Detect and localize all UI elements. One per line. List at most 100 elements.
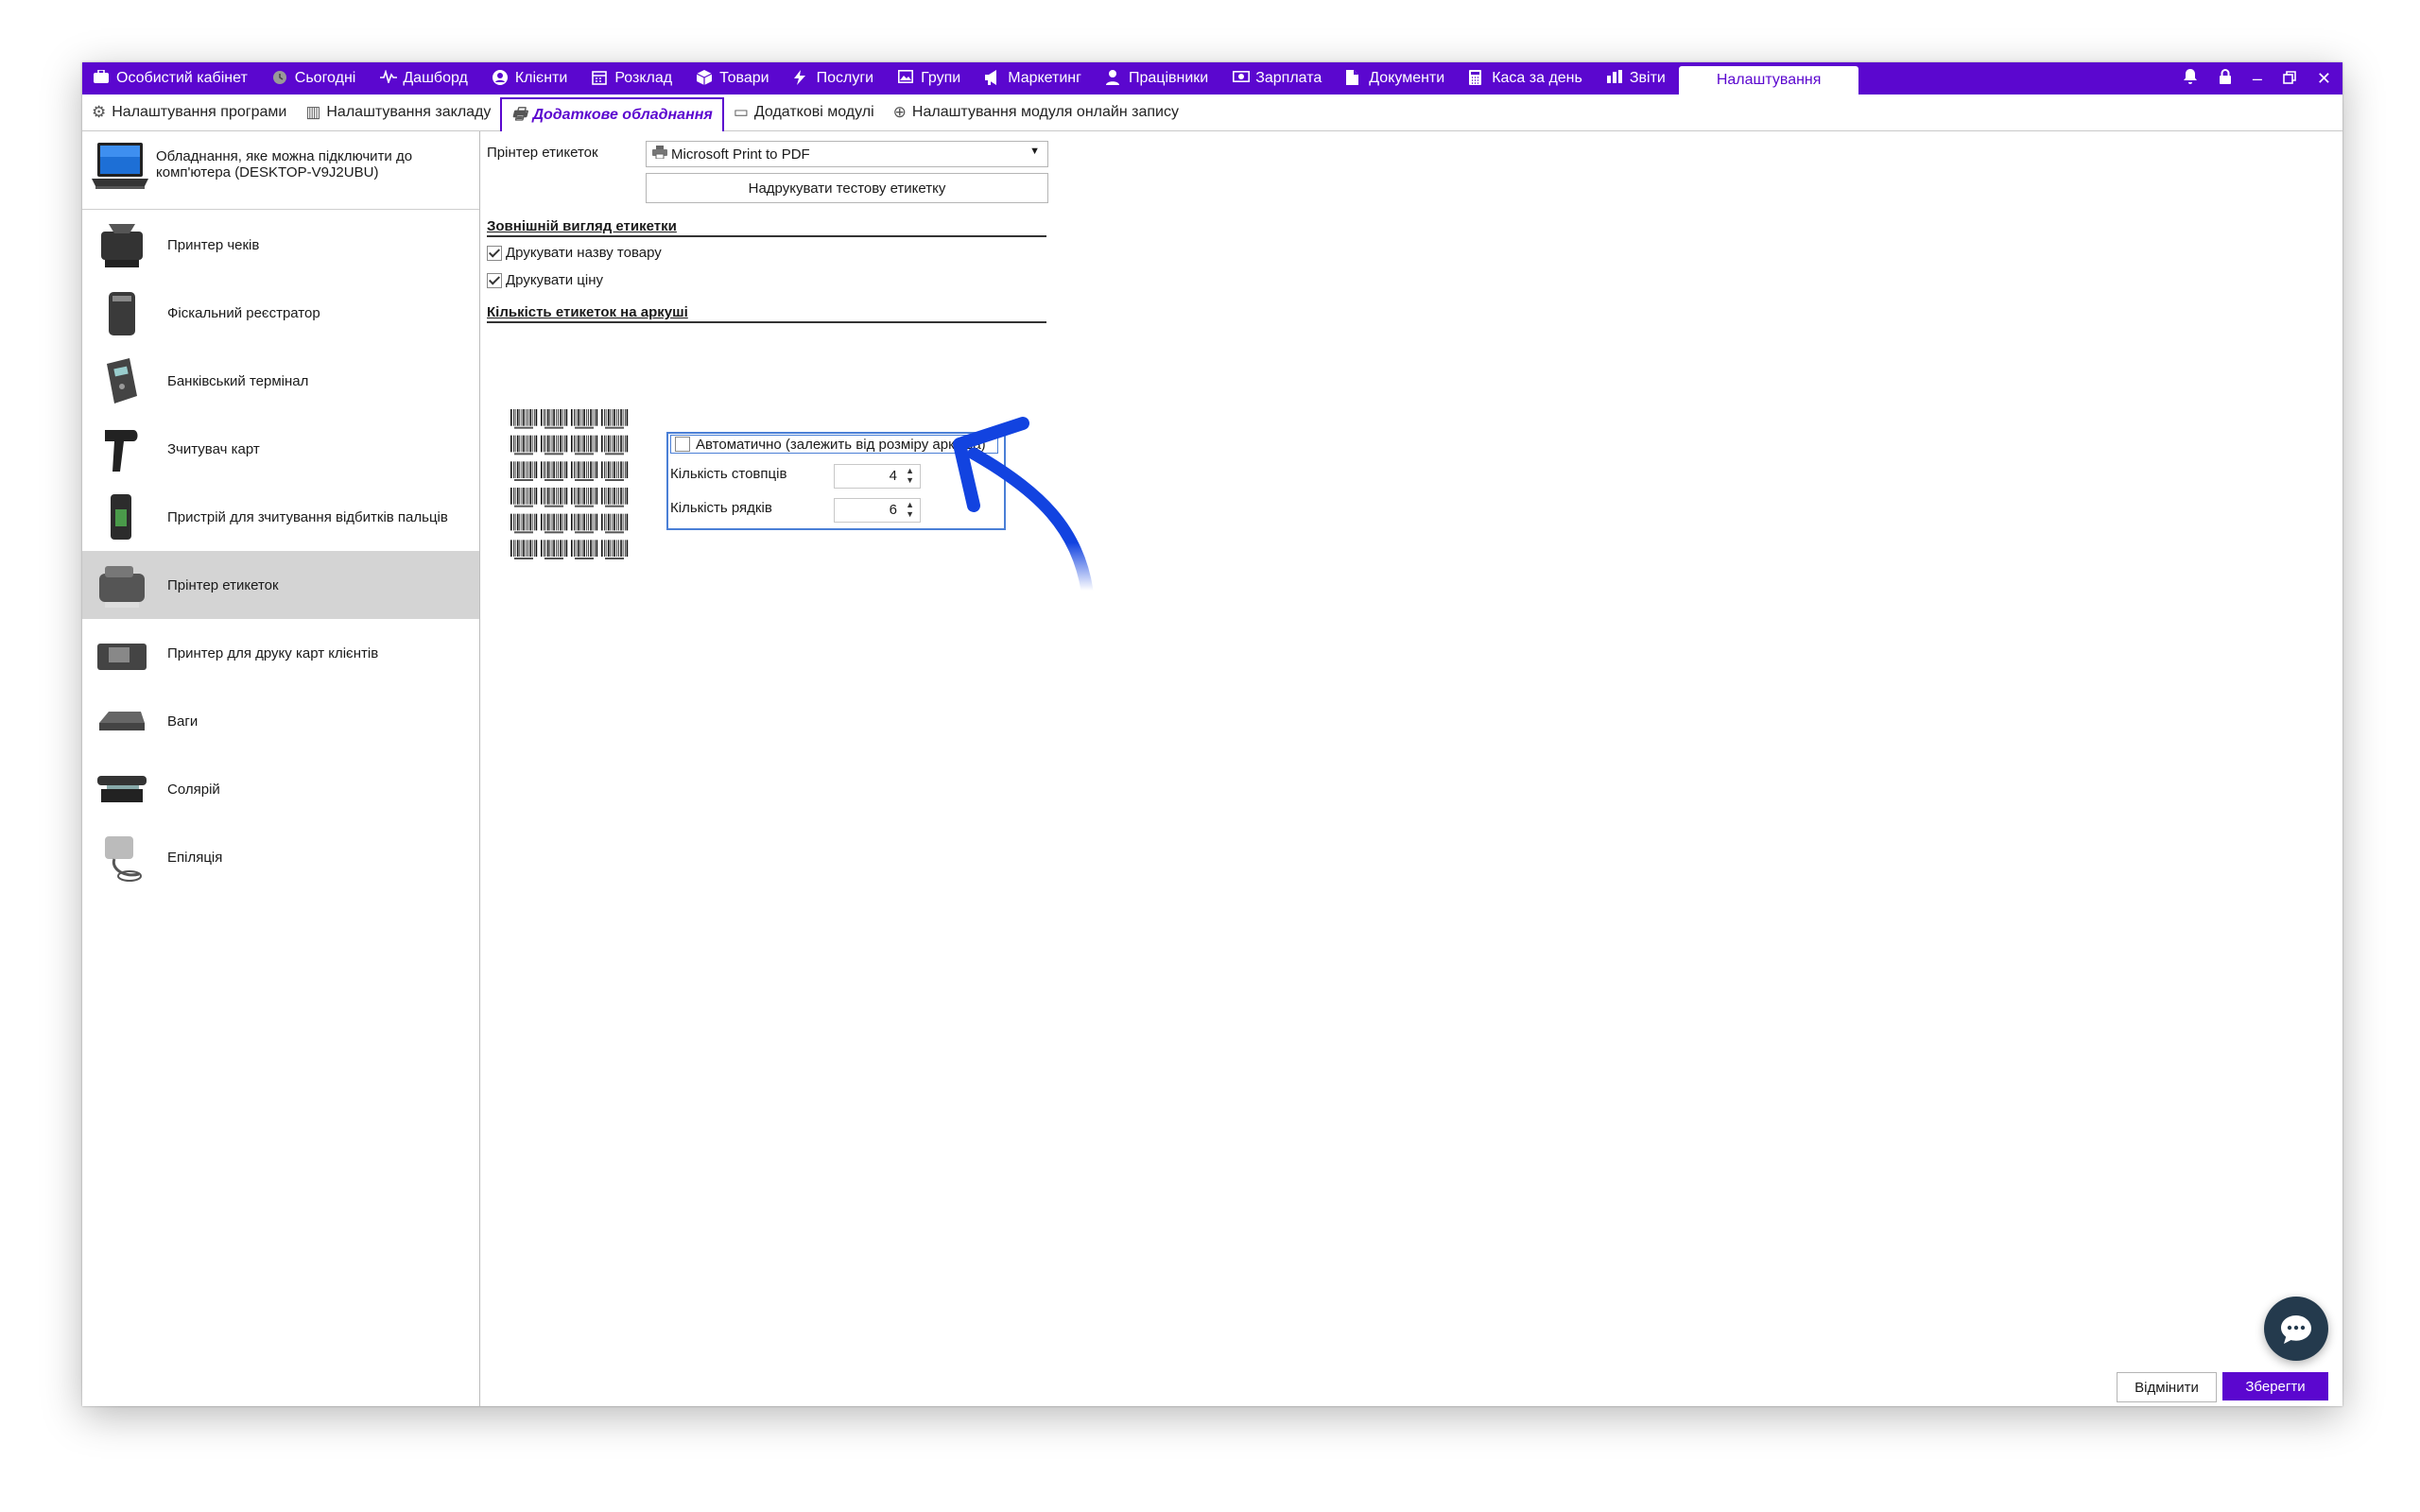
chat-bubble-icon: [2281, 1315, 2311, 1344]
nav-item-settings[interactable]: Налаштування: [1678, 66, 1859, 94]
device-list-item[interactable]: Прінтер етикеток: [82, 551, 479, 619]
device-list-item[interactable]: Фіскальний реєстратор: [82, 279, 479, 347]
device-list-item[interactable]: Принтер чеків: [82, 211, 479, 279]
stepper-arrows-icon[interactable]: ▲ ▼: [906, 466, 914, 485]
save-button[interactable]: Зберегти: [2222, 1372, 2328, 1400]
calculator-icon: [1469, 70, 1486, 87]
main-content: Прінтер етикеток Microsoft Print to PDF …: [480, 131, 2342, 1406]
subnav-tab-label: Налаштування програми: [112, 104, 287, 120]
cancel-button[interactable]: Відмінити: [2117, 1372, 2217, 1402]
card-printer-icon: [97, 644, 147, 670]
device-list-item-label: Епіляція: [167, 849, 223, 866]
nav-item[interactable]: Працівники: [1095, 62, 1221, 94]
laptop-icon: [92, 143, 148, 189]
rows-label: Кількість рядків: [670, 500, 772, 516]
equipment-sidebar-title: Обладнання, яке можна підключити до комп…: [156, 148, 413, 180]
device-list-item[interactable]: Принтер для друку карт клієнтів: [82, 619, 479, 687]
epilation-icon: [105, 836, 142, 882]
device-list-item-label: Ваги: [167, 713, 199, 730]
columns-label: Кількість стовпців: [670, 466, 787, 482]
auto-size-checkbox[interactable]: [675, 437, 690, 452]
subnav-tab-label: Додаткові модулі: [753, 104, 874, 120]
subnav-tab[interactable]: ⚙ Налаштування програми: [82, 95, 296, 129]
nav-item-label: Зарплата: [1255, 70, 1322, 86]
columns-value: 4: [889, 468, 897, 484]
nav-item[interactable]: Послуги: [783, 62, 888, 94]
app-window: Особистий кабінет Сьогодні Дашборд Клієнти Р…: [82, 62, 2342, 1406]
auto-size-option[interactable]: Автоматично (залежить від розміру аркуша…: [670, 435, 998, 454]
cash-icon: [1233, 70, 1251, 87]
nav-item-label: Звіти: [1629, 70, 1666, 86]
briefcase-icon: [94, 69, 111, 87]
device-list-item-label: Принтер чеків: [167, 236, 260, 253]
image-icon: [898, 70, 915, 87]
lightning-icon: [793, 70, 811, 87]
device-list-item-label: Пристрій для зчитування відбитків пальці…: [167, 508, 448, 525]
nav-item[interactable]: Сьогодні: [261, 62, 370, 94]
device-list-item-label: Принтер для друку карт клієнтів: [167, 644, 379, 662]
nav-item[interactable]: Клієнти: [481, 62, 580, 94]
nav-item-label: Розклад: [614, 70, 673, 86]
chat-widget-button[interactable]: [2264, 1297, 2328, 1361]
bell-icon[interactable]: [2183, 68, 2198, 90]
subnav-tab[interactable]: ⊕ Налаштування модуля онлайн запису: [884, 95, 1188, 129]
printer-select-value: Microsoft Print to PDF: [671, 146, 810, 163]
printer-icon: [652, 146, 667, 163]
subnav-tab[interactable]: ▭ Додаткові модулі: [724, 95, 884, 129]
print-test-label-button[interactable]: Надрукувати тестову етикетку: [646, 173, 1048, 203]
solarium-icon: [97, 776, 147, 802]
print-price-checkbox[interactable]: [487, 272, 502, 288]
device-list-item[interactable]: Зчитувач карт: [82, 415, 479, 483]
device-list-item[interactable]: Епіляція: [82, 823, 479, 891]
device-list-item-label: Банківський термінал: [167, 372, 309, 389]
stepper-arrows-icon[interactable]: ▲ ▼: [906, 500, 914, 519]
rows-stepper[interactable]: 6 ▲ ▼: [834, 498, 921, 523]
gear-icon: ⚙: [92, 103, 107, 121]
print-name-label: Друкувати назву товару: [506, 245, 662, 261]
nav-item[interactable]: Групи: [887, 62, 974, 94]
nav-item-label: Особистий кабінет: [116, 70, 248, 86]
subnav-tab-label: Налаштування модуля онлайн запису: [911, 104, 1179, 120]
nav-item[interactable]: Звіти: [1596, 62, 1679, 94]
bar-chart-icon: [1606, 70, 1624, 87]
receipt-printer-icon: [101, 224, 143, 267]
nav-item[interactable]: Каса за день: [1458, 62, 1596, 94]
device-list-item-label: Зчитувач карт: [167, 440, 260, 457]
nav-item[interactable]: Особистий кабінет: [82, 62, 261, 94]
fiscal-register-icon: [109, 292, 135, 335]
nav-item[interactable]: Товари: [685, 62, 782, 94]
nav-item-label: Документи: [1369, 70, 1445, 86]
nav-item-label: Працівники: [1128, 70, 1209, 86]
restore-icon[interactable]: [2283, 69, 2296, 89]
subnav-tab[interactable]: 🖶 Додаткове обладнання: [500, 97, 724, 131]
nav-item[interactable]: Дашборд: [369, 62, 481, 94]
document-icon: [1346, 70, 1363, 87]
calendar-icon: [592, 70, 609, 87]
device-list-item[interactable]: Банківський термінал: [82, 347, 479, 415]
printer-select[interactable]: Microsoft Print to PDF ▼: [646, 141, 1048, 167]
globe-icon: ⊕: [892, 103, 907, 121]
device-list-item[interactable]: Солярій: [82, 755, 479, 823]
nav-item[interactable]: Розклад: [580, 62, 685, 94]
fingerprint-reader-icon: [111, 494, 131, 540]
box-icon: [696, 70, 714, 87]
window-controls: – ✕: [2183, 62, 2331, 94]
print-price-label: Друкувати ціну: [506, 272, 604, 288]
columns-stepper[interactable]: 4 ▲ ▼: [834, 464, 921, 489]
nav-item[interactable]: Документи: [1335, 62, 1458, 94]
minimize-icon[interactable]: –: [2253, 69, 2262, 89]
top-nav: Особистий кабінет Сьогодні Дашборд Клієнти Р…: [82, 62, 1859, 94]
subnav-tab[interactable]: ▥ Налаштування закладу: [296, 95, 500, 129]
print-name-option[interactable]: Друкувати назву товару: [487, 245, 662, 261]
nav-item[interactable]: Зарплата: [1221, 62, 1335, 94]
scales-icon: [99, 712, 145, 730]
device-list-item[interactable]: Ваги: [82, 687, 479, 755]
print-price-option[interactable]: Друкувати ціну: [487, 272, 603, 288]
close-icon[interactable]: ✕: [2317, 69, 2331, 89]
label-sheet-preview: [509, 405, 630, 562]
device-list-item[interactable]: Пристрій для зчитування відбитків пальці…: [82, 483, 479, 551]
lock-icon[interactable]: [2219, 68, 2232, 90]
print-name-checkbox[interactable]: [487, 245, 502, 261]
nav-item[interactable]: Маркетинг: [974, 62, 1095, 94]
appearance-section-title: Зовнішній вигляд етикетки: [487, 218, 1046, 237]
